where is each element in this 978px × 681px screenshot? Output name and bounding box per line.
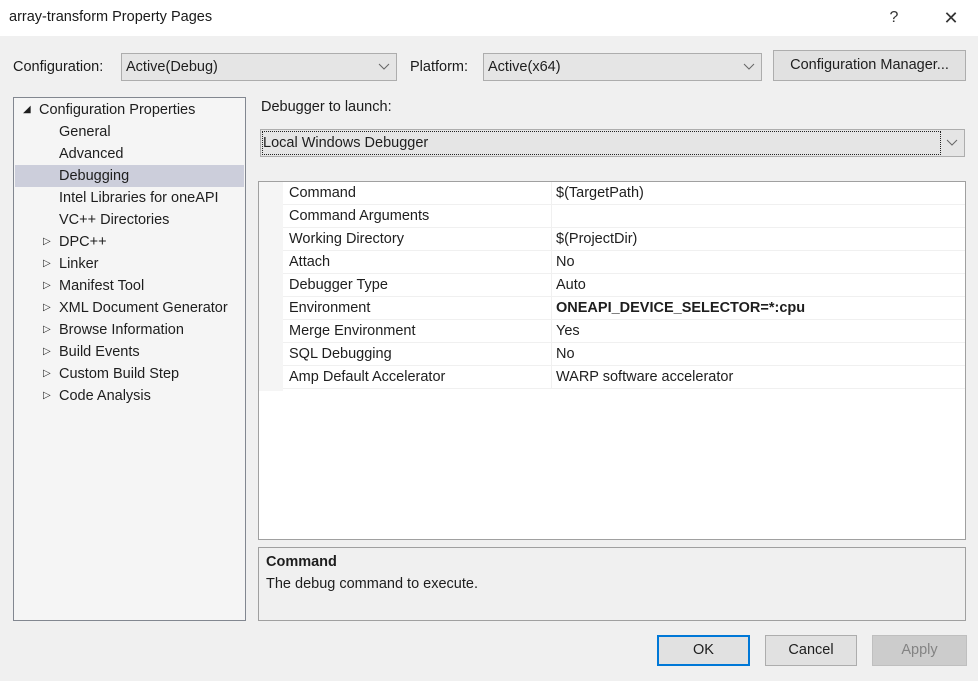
tree-item-label: Custom Build Step [59,366,180,382]
tree-item[interactable]: General [15,121,244,143]
tree-item-label: VC++ Directories [59,212,170,228]
property-name: Debugger Type [289,277,388,293]
configuration-label: Configuration: [13,59,104,75]
expanded-arrow-icon[interactable]: ◢ [23,99,31,121]
property-row[interactable]: Command Arguments [283,205,965,228]
property-row[interactable]: Amp Default Accelerator WARP software acc… [283,366,965,389]
property-value[interactable]: No [556,254,575,270]
property-row[interactable]: Merge Environment Yes [283,320,965,343]
collapsed-arrow-icon[interactable]: ▷ [43,341,51,363]
platform-dropdown[interactable]: Active(x64) [483,53,762,81]
tree-item-label: XML Document Generator [59,300,228,316]
grid-gutter [259,182,283,391]
column-separator [551,251,552,274]
tree-item-label: DPC++ [59,234,107,250]
description-panel: Command The debug command to execute. [258,547,966,621]
tree-item[interactable]: Intel Libraries for oneAPI [15,187,244,209]
column-separator [551,366,552,389]
property-value[interactable]: Auto [556,277,586,293]
property-name: Command [289,185,356,201]
tree-item[interactable]: ▷ Custom Build Step [15,363,244,385]
property-value[interactable]: $(ProjectDir) [556,231,637,247]
platform-value: Active(x64) [488,59,561,75]
description-title: Command [266,554,337,570]
tree-item[interactable]: ▷ Browse Information [15,319,244,341]
property-row[interactable]: SQL Debugging No [283,343,965,366]
property-value[interactable]: $(TargetPath) [556,185,644,201]
collapsed-arrow-icon[interactable]: ▷ [43,231,51,253]
property-value[interactable]: Yes [556,323,580,339]
configuration-dropdown[interactable]: Active(Debug) [121,53,397,81]
property-row[interactable]: Attach No [283,251,965,274]
tree-item[interactable]: VC++ Directories [15,209,244,231]
platform-label: Platform: [410,59,469,75]
tree-item[interactable]: ▷ Manifest Tool [15,275,244,297]
tree-item[interactable]: ◢ Configuration Properties [15,99,244,121]
property-name: Merge Environment [289,323,416,339]
tree-item-label: Manifest Tool [59,278,145,294]
tree-item[interactable]: Debugging [15,165,244,187]
property-name: SQL Debugging [289,346,392,362]
window-title: array-transform Property Pages [9,9,213,25]
close-button[interactable]: ✕ [938,6,964,30]
property-row[interactable]: Command $(TargetPath) [283,182,965,205]
tree-item[interactable]: ▷ Linker [15,253,244,275]
column-separator [551,205,552,228]
column-separator [551,343,552,366]
property-value[interactable]: ONEAPI_DEVICE_SELECTOR=*:cpu [556,300,805,316]
chevron-down-icon [378,63,390,70]
column-separator [551,274,552,297]
collapsed-arrow-icon[interactable]: ▷ [43,297,51,319]
property-tree[interactable]: ◢ Configuration Properties General Advanced… [13,97,246,621]
apply-button[interactable]: Apply [872,635,967,666]
collapsed-arrow-icon[interactable]: ▷ [43,319,51,341]
tree-item-label: Linker [59,256,99,272]
debugger-value: Local Windows Debugger [263,135,429,151]
property-name: Command Arguments [289,208,430,224]
tree-item-label: Browse Information [59,322,184,338]
property-value[interactable]: WARP software accelerator [556,369,733,385]
collapsed-arrow-icon[interactable]: ▷ [43,385,51,407]
debugger-to-launch-label: Debugger to launch: [261,99,392,115]
column-separator [551,320,552,343]
column-separator [551,228,552,251]
property-grid: Command $(TargetPath) Command Arguments Wor… [258,181,966,540]
chevron-down-icon [743,63,755,70]
property-row[interactable]: Environment ONEAPI_DEVICE_SELECTOR=*:cpu [283,297,965,320]
help-button[interactable]: ? [881,6,907,30]
ok-button[interactable]: OK [657,635,750,666]
property-value[interactable]: No [556,346,575,362]
tree-item-label: Intel Libraries for oneAPI [59,190,219,206]
tree-item-label: General [59,124,111,140]
property-name: Environment [289,300,371,316]
property-name: Amp Default Accelerator [289,369,446,385]
property-row[interactable]: Debugger Type Auto [283,274,965,297]
tree-item-label: Debugging [59,168,130,184]
configuration-value: Active(Debug) [126,59,218,75]
collapsed-arrow-icon[interactable]: ▷ [43,275,51,297]
property-name: Attach [289,254,331,270]
tree-item[interactable]: ▷ XML Document Generator [15,297,244,319]
description-text: The debug command to execute. [266,576,478,592]
chevron-down-icon [946,139,958,146]
collapsed-arrow-icon[interactable]: ▷ [43,253,51,275]
column-separator [551,182,552,205]
tree-item-label: Build Events [59,344,140,360]
tree-item-label: Configuration Properties [39,102,196,118]
tree-item-label: Code Analysis [59,388,151,404]
title-bar: array-transform Property Pages ? ✕ [0,0,978,36]
property-name: Working Directory [289,231,404,247]
property-row[interactable]: Working Directory $(ProjectDir) [283,228,965,251]
configuration-manager-button[interactable]: Configuration Manager... [773,50,966,81]
cancel-button[interactable]: Cancel [765,635,857,666]
column-separator [551,297,552,320]
debugger-dropdown[interactable]: Local Windows Debugger [260,129,965,157]
tree-item-label: Advanced [59,146,124,162]
tree-item[interactable]: ▷ Code Analysis [15,385,244,407]
tree-item[interactable]: ▷ DPC++ [15,231,244,253]
collapsed-arrow-icon[interactable]: ▷ [43,363,51,385]
tree-item[interactable]: Advanced [15,143,244,165]
tree-item[interactable]: ▷ Build Events [15,341,244,363]
